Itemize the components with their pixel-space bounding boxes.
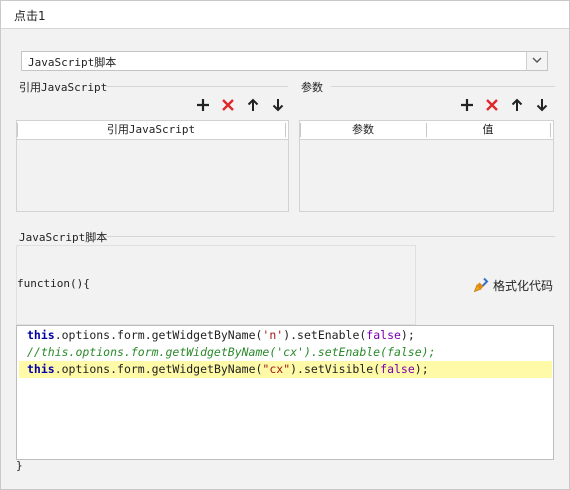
param-group-label: 参数: [301, 81, 323, 94]
column-divider: [285, 123, 286, 137]
param-move-down-icon[interactable]: [535, 98, 549, 112]
param-table-header: 参数 值: [300, 121, 553, 140]
code-line-1: this.options.form.getWidgetByName('n').s…: [19, 327, 552, 344]
ref-js-table-header: 引用JavaScript: [17, 121, 288, 140]
script-type-value: JavaScript脚本: [28, 56, 117, 69]
param-group-divider: [331, 86, 555, 87]
ref-js-table[interactable]: 引用JavaScript: [16, 120, 289, 212]
ref-js-group-label: 引用JavaScript: [19, 81, 108, 94]
closing-brace: }: [16, 459, 23, 472]
code-line-3: this.options.form.getWidgetByName("cx").…: [19, 361, 552, 378]
code-text: .options.form.getWidgetByName(: [54, 362, 263, 376]
code-string: 'n': [262, 328, 284, 342]
code-comment: //this.options.form.getWidgetByName('cx'…: [27, 345, 436, 359]
script-group-divider: [106, 236, 555, 237]
param-move-up-icon[interactable]: [510, 98, 524, 112]
ref-move-up-icon[interactable]: [246, 98, 260, 112]
column-header-ref-js[interactable]: 引用JavaScript: [18, 121, 284, 139]
code-text: .options.form.getWidgetByName(: [54, 328, 263, 342]
code-boolean: false: [366, 328, 401, 342]
code-text: );: [400, 328, 415, 342]
column-header-value[interactable]: 值: [427, 121, 549, 139]
column-divider: [550, 123, 551, 137]
param-add-icon[interactable]: [460, 98, 474, 112]
script-type-select[interactable]: JavaScript脚本: [21, 51, 548, 71]
code-keyword: this: [27, 328, 55, 342]
code-keyword: this: [27, 362, 55, 376]
format-code-label: 格式化代码: [493, 278, 554, 293]
script-group-label: JavaScript脚本: [19, 231, 108, 244]
ref-add-icon[interactable]: [196, 98, 210, 112]
function-header: function(){: [17, 277, 90, 290]
format-code-button[interactable]: 格式化代码: [473, 276, 553, 294]
code-string: "cx": [262, 362, 291, 376]
ref-move-down-icon[interactable]: [271, 98, 285, 112]
column-header-param[interactable]: 参数: [301, 121, 425, 139]
broom-icon: [473, 277, 489, 293]
ref-js-group-divider: [106, 86, 288, 87]
code-boolean: false: [380, 362, 415, 376]
ref-delete-icon[interactable]: [221, 98, 235, 112]
param-delete-icon[interactable]: [485, 98, 499, 112]
param-table[interactable]: 参数 值: [299, 120, 554, 212]
title-bar: 点击1: [1, 1, 569, 29]
code-text: );: [414, 362, 429, 376]
code-editor[interactable]: this.options.form.getWidgetByName('n').s…: [16, 325, 554, 460]
chevron-down-icon: [532, 57, 542, 63]
code-text: ).setEnable(: [283, 328, 367, 342]
code-text: ).setVisible(: [290, 362, 381, 376]
code-line-2: //this.options.form.getWidgetByName('cx'…: [19, 344, 552, 361]
dropdown-button[interactable]: [526, 52, 547, 70]
window-title: 点击1: [14, 9, 46, 23]
